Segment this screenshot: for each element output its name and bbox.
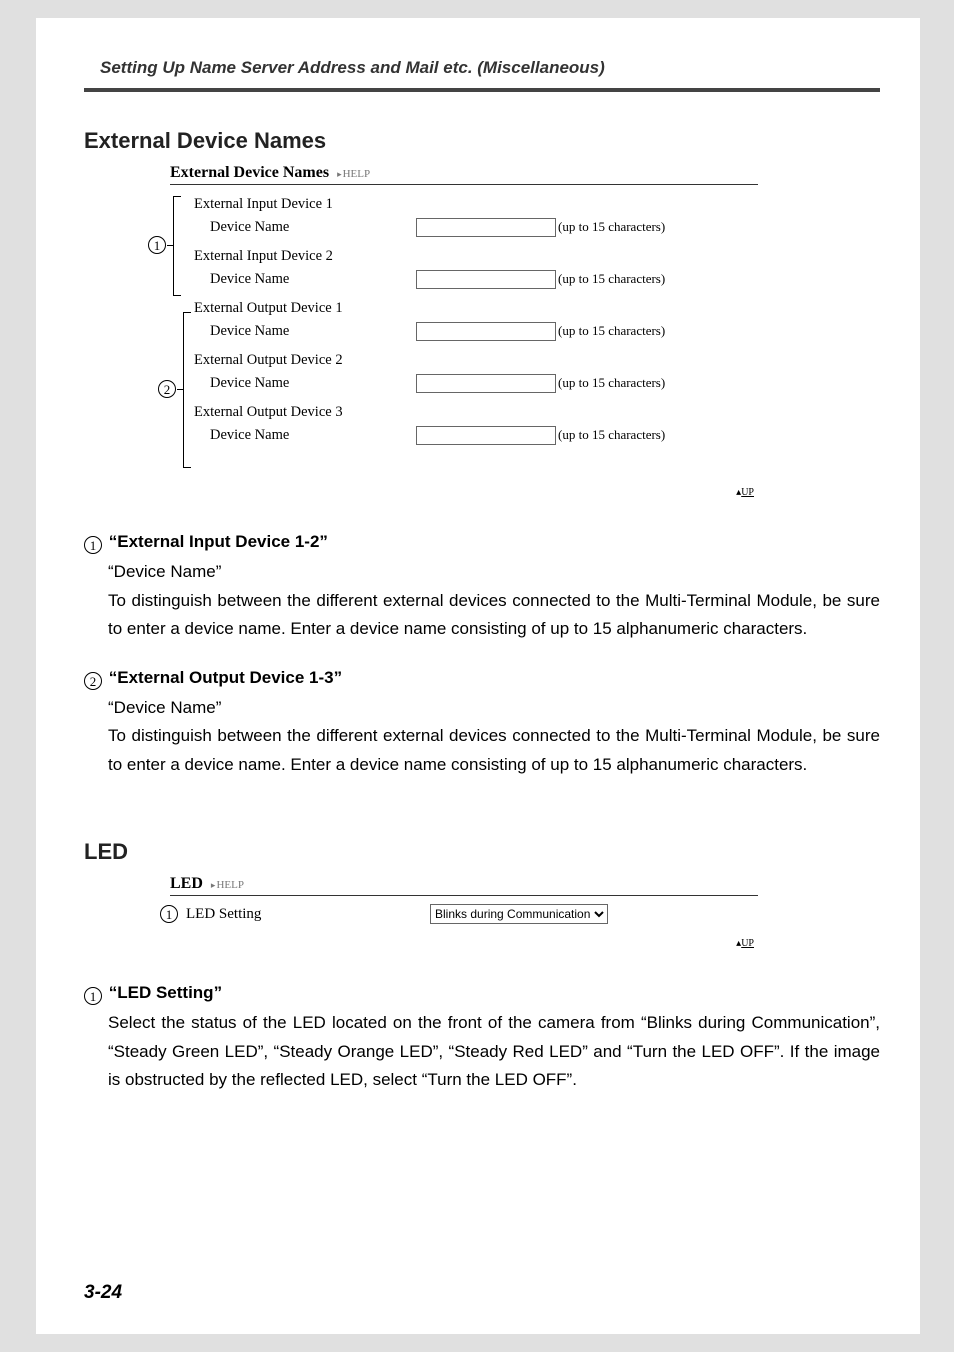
- device-name-input-1[interactable]: [416, 218, 556, 237]
- char-hint: (up to 15 characters): [558, 271, 665, 287]
- device-name-output-2[interactable]: [416, 374, 556, 393]
- desc-item-led: 1 “LED Setting” Select the status of the…: [84, 983, 880, 1095]
- desc-head: 1 “LED Setting”: [84, 983, 880, 1005]
- desc-sub: “Device Name”: [108, 558, 880, 587]
- page: Setting Up Name Server Address and Mail …: [36, 18, 920, 1334]
- section-heading-external-device-names: External Device Names: [84, 128, 880, 154]
- help-link[interactable]: HELP: [337, 168, 370, 180]
- callout-2-circle: 2: [158, 380, 176, 398]
- device-name-output-3[interactable]: [416, 426, 556, 445]
- char-hint: (up to 15 characters): [558, 375, 665, 391]
- led-setting-label: LED Setting: [186, 906, 430, 923]
- panel-underline: [170, 895, 758, 896]
- device-title: External Input Device 1: [194, 193, 770, 215]
- external-device-names-panel: External Device Names HELP 1 2 External …: [160, 164, 770, 504]
- page-header: Setting Up Name Server Address and Mail …: [100, 58, 880, 78]
- desc-title: “External Output Device 1-3”: [109, 668, 342, 687]
- desc-title: “External Input Device 1-2”: [109, 532, 328, 551]
- device-name-row: Device Name (up to 15 characters): [194, 371, 770, 395]
- callout-bracket: [173, 196, 181, 296]
- up-link[interactable]: UP: [736, 938, 754, 949]
- device-name-row: Device Name (up to 15 characters): [194, 215, 770, 239]
- panel-title: LED HELP: [170, 875, 770, 893]
- desc-item-2: 2 “External Output Device 1-3” “Device N…: [84, 668, 880, 780]
- panel-title: External Device Names HELP: [170, 164, 770, 182]
- desc-num-circle: 1: [84, 536, 102, 554]
- desc-body: Select the status of the LED located on …: [108, 1009, 880, 1095]
- desc-text: Select the status of the LED located on …: [108, 1009, 880, 1095]
- led-setting-row: 1 LED Setting Blinks during Communicatio…: [160, 904, 770, 924]
- led-setting-select[interactable]: Blinks during Communication: [430, 904, 608, 924]
- input-devices: External Input Device 1 Device Name (up …: [194, 193, 770, 291]
- callout-1-circle: 1: [148, 236, 166, 254]
- desc-item-1: 1 “External Input Device 1-2” “Device Na…: [84, 532, 880, 644]
- device-name-label: Device Name: [194, 219, 416, 236]
- char-hint: (up to 15 characters): [558, 323, 665, 339]
- page-number: 3-24: [84, 1282, 122, 1304]
- panel-title-text: LED: [170, 875, 203, 892]
- device-name-row: Device Name (up to 15 characters): [194, 423, 770, 447]
- device-name-label: Device Name: [194, 323, 416, 340]
- device-title: External Output Device 1: [194, 297, 770, 319]
- desc-sub: “Device Name”: [108, 694, 880, 723]
- char-hint: (up to 15 characters): [558, 219, 665, 235]
- callout-bracket: [183, 312, 191, 468]
- device-name-label: Device Name: [194, 271, 416, 288]
- device-name-row: Device Name (up to 15 characters): [194, 267, 770, 291]
- desc-num-circle: 2: [84, 672, 102, 690]
- desc-text: To distinguish between the different ext…: [108, 587, 880, 644]
- device-title: External Output Device 3: [194, 401, 770, 423]
- output-devices: External Output Device 1 Device Name (up…: [194, 297, 770, 447]
- panel-title-text: External Device Names: [170, 164, 329, 181]
- device-title: External Output Device 2: [194, 349, 770, 371]
- desc-body: “Device Name” To distinguish between the…: [108, 558, 880, 644]
- device-title: External Input Device 2: [194, 245, 770, 267]
- desc-body: “Device Name” To distinguish between the…: [108, 694, 880, 780]
- desc-text: To distinguish between the different ext…: [108, 722, 880, 779]
- desc-head: 2 “External Output Device 1-3”: [84, 668, 880, 690]
- device-name-label: Device Name: [194, 427, 416, 444]
- help-link[interactable]: HELP: [211, 879, 244, 891]
- desc-head: 1 “External Input Device 1-2”: [84, 532, 880, 554]
- desc-title: “LED Setting”: [109, 983, 222, 1002]
- desc-num-circle: 1: [84, 987, 102, 1005]
- led-panel: LED HELP 1 LED Setting Blinks during Com…: [160, 875, 770, 955]
- header-rule: [84, 88, 880, 92]
- up-link[interactable]: UP: [736, 487, 754, 498]
- device-name-row: Device Name (up to 15 characters): [194, 319, 770, 343]
- panel-underline: [170, 184, 758, 185]
- callout-led-circle: 1: [160, 905, 178, 923]
- device-name-input-2[interactable]: [416, 270, 556, 289]
- device-name-output-1[interactable]: [416, 322, 556, 341]
- char-hint: (up to 15 characters): [558, 427, 665, 443]
- device-name-label: Device Name: [194, 375, 416, 392]
- section-heading-led: LED: [84, 839, 880, 865]
